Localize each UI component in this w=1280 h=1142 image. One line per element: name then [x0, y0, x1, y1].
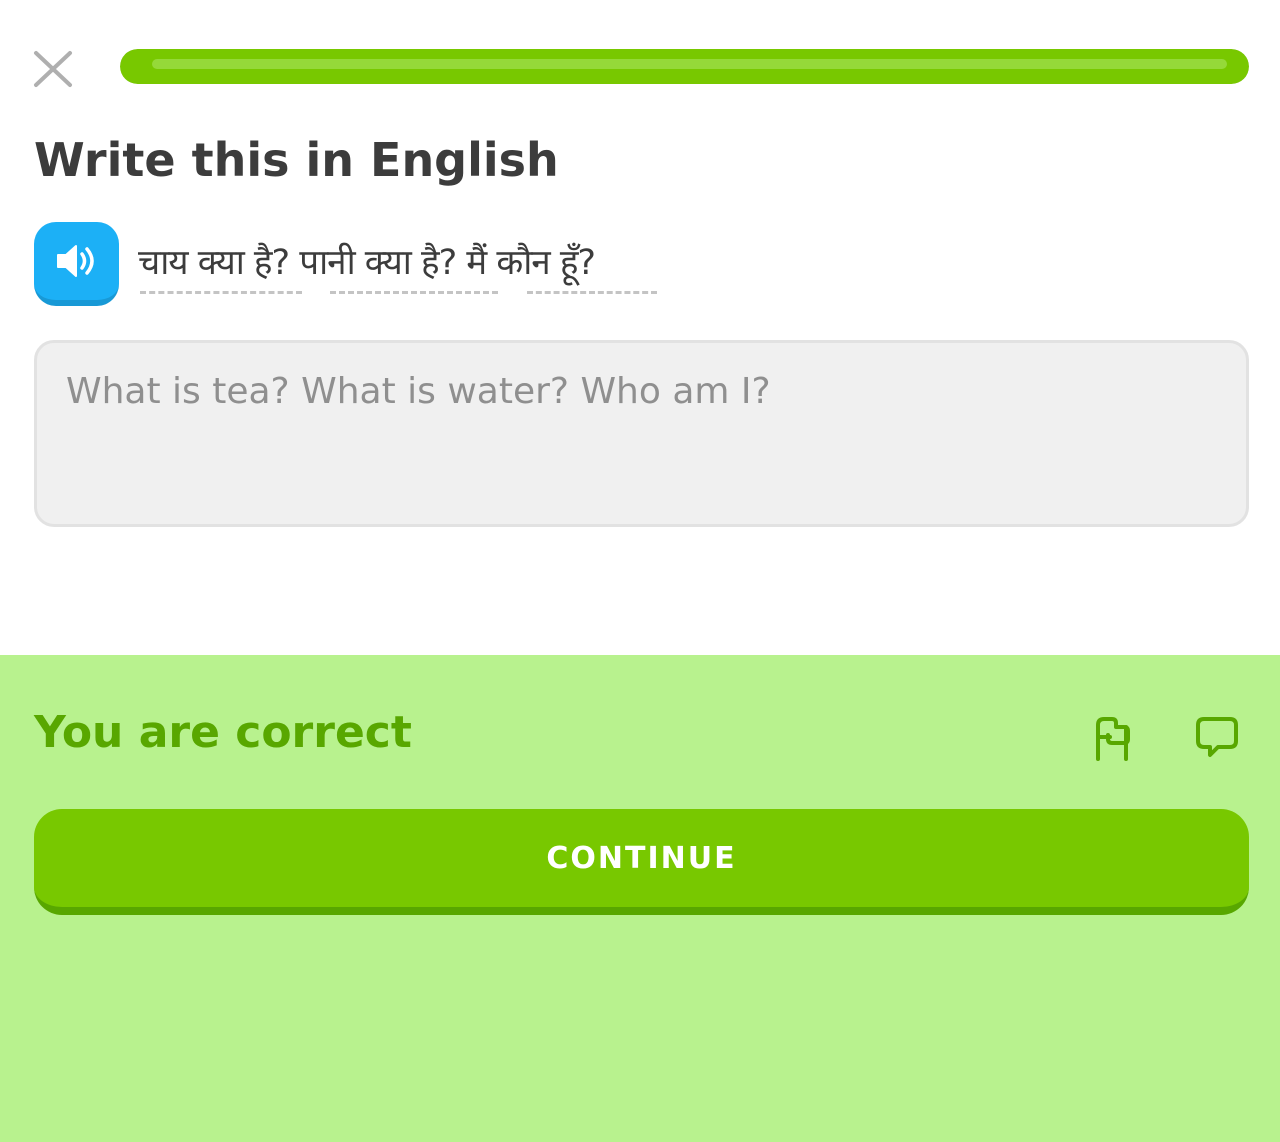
prompt-word-underline [330, 291, 498, 294]
answer-textarea[interactable]: What is tea? What is water? Who am I? [34, 340, 1249, 527]
lesson-progress-bar [120, 49, 1249, 84]
continue-button[interactable]: CONTINUE [34, 809, 1249, 915]
prompt-sentence[interactable]: चाय क्या है? पानी क्या है? मैं कौन हूँ? [138, 238, 596, 285]
flag-icon [1096, 717, 1130, 761]
close-button[interactable] [30, 48, 76, 90]
play-audio-button[interactable] [34, 222, 119, 306]
feedback-panel: You are correct CONTINUE [0, 655, 1280, 1142]
comment-icon [1196, 717, 1238, 757]
progress-highlight [152, 59, 1227, 69]
discuss-button[interactable] [1194, 715, 1240, 761]
challenge-title: Write this in English [34, 133, 559, 187]
prompt-word-underline [140, 291, 302, 294]
close-icon [34, 51, 72, 87]
speaker-icon [56, 245, 94, 277]
lesson-progress-fill [120, 49, 1249, 84]
feedback-title: You are correct [34, 707, 412, 758]
continue-button-label: CONTINUE [546, 840, 737, 876]
prompt-word-underline [527, 291, 657, 294]
report-button[interactable] [1090, 715, 1134, 761]
